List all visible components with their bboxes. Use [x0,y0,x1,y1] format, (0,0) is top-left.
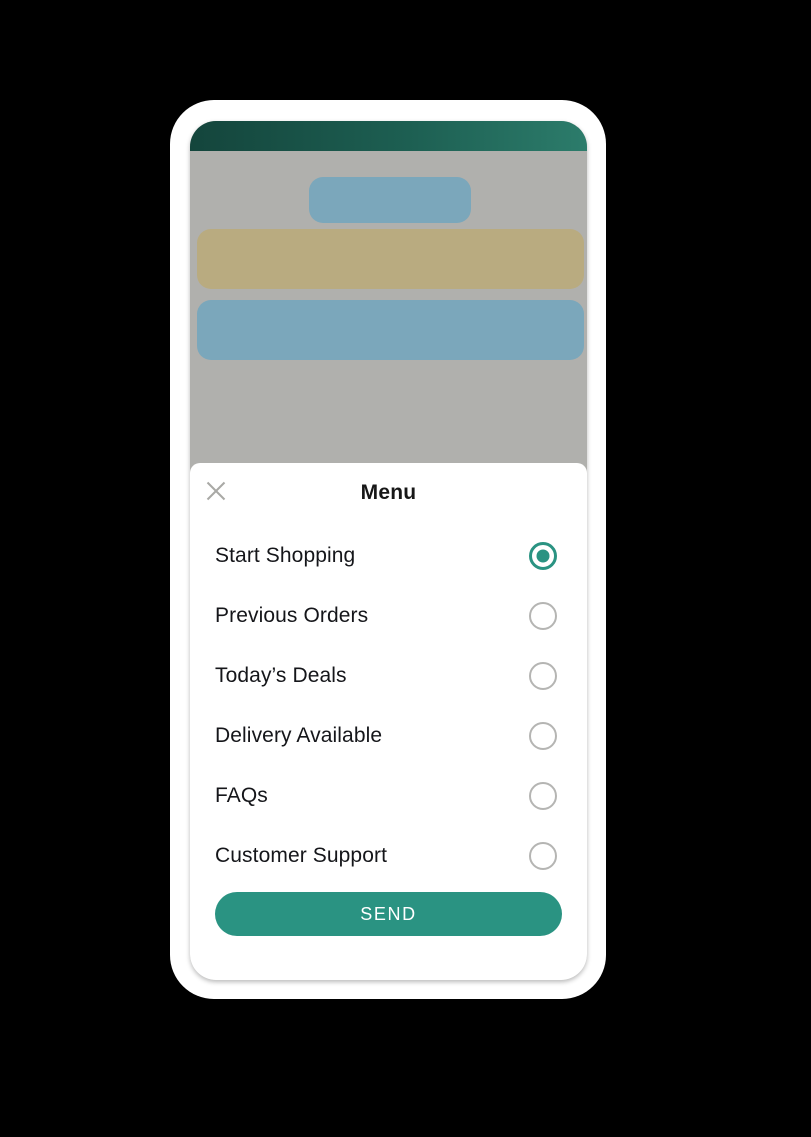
placeholder-pill [309,177,471,223]
menu-option-row[interactable]: Customer Support [190,826,587,886]
menu-option-label: Start Shopping [215,544,356,567]
menu-sheet: Menu Start Shopping Previous Orders Today’… [190,463,587,980]
phone-screen: Menu Start Shopping Previous Orders Today’… [190,121,587,980]
radio-button-selected[interactable] [529,542,557,570]
menu-option-label: Customer Support [215,844,388,867]
radio-button[interactable] [529,722,557,750]
menu-options-list: Start Shopping Previous Orders Today’s Dea… [190,526,587,886]
placeholder-bar-tan [197,229,584,289]
menu-option-row[interactable]: Previous Orders [190,586,587,646]
menu-sheet-header: Menu [190,463,587,526]
menu-option-label: Today’s Deals [215,664,347,687]
radio-button[interactable] [529,842,557,870]
menu-option-label: FAQs [215,784,268,807]
app-header-bar [190,121,587,151]
send-button[interactable]: SEND [215,892,562,936]
radio-button[interactable] [529,662,557,690]
menu-option-row[interactable]: FAQs [190,766,587,826]
menu-option-row[interactable]: Today’s Deals [190,646,587,706]
placeholder-bar-blue [197,300,584,360]
menu-option-label: Delivery Available [215,724,383,747]
menu-option-row[interactable]: Delivery Available [190,706,587,766]
menu-option-label: Previous Orders [215,604,369,627]
menu-title: Menu [360,481,417,504]
radio-button[interactable] [529,602,557,630]
radio-button[interactable] [529,782,557,810]
menu-option-row[interactable]: Start Shopping [190,526,587,586]
